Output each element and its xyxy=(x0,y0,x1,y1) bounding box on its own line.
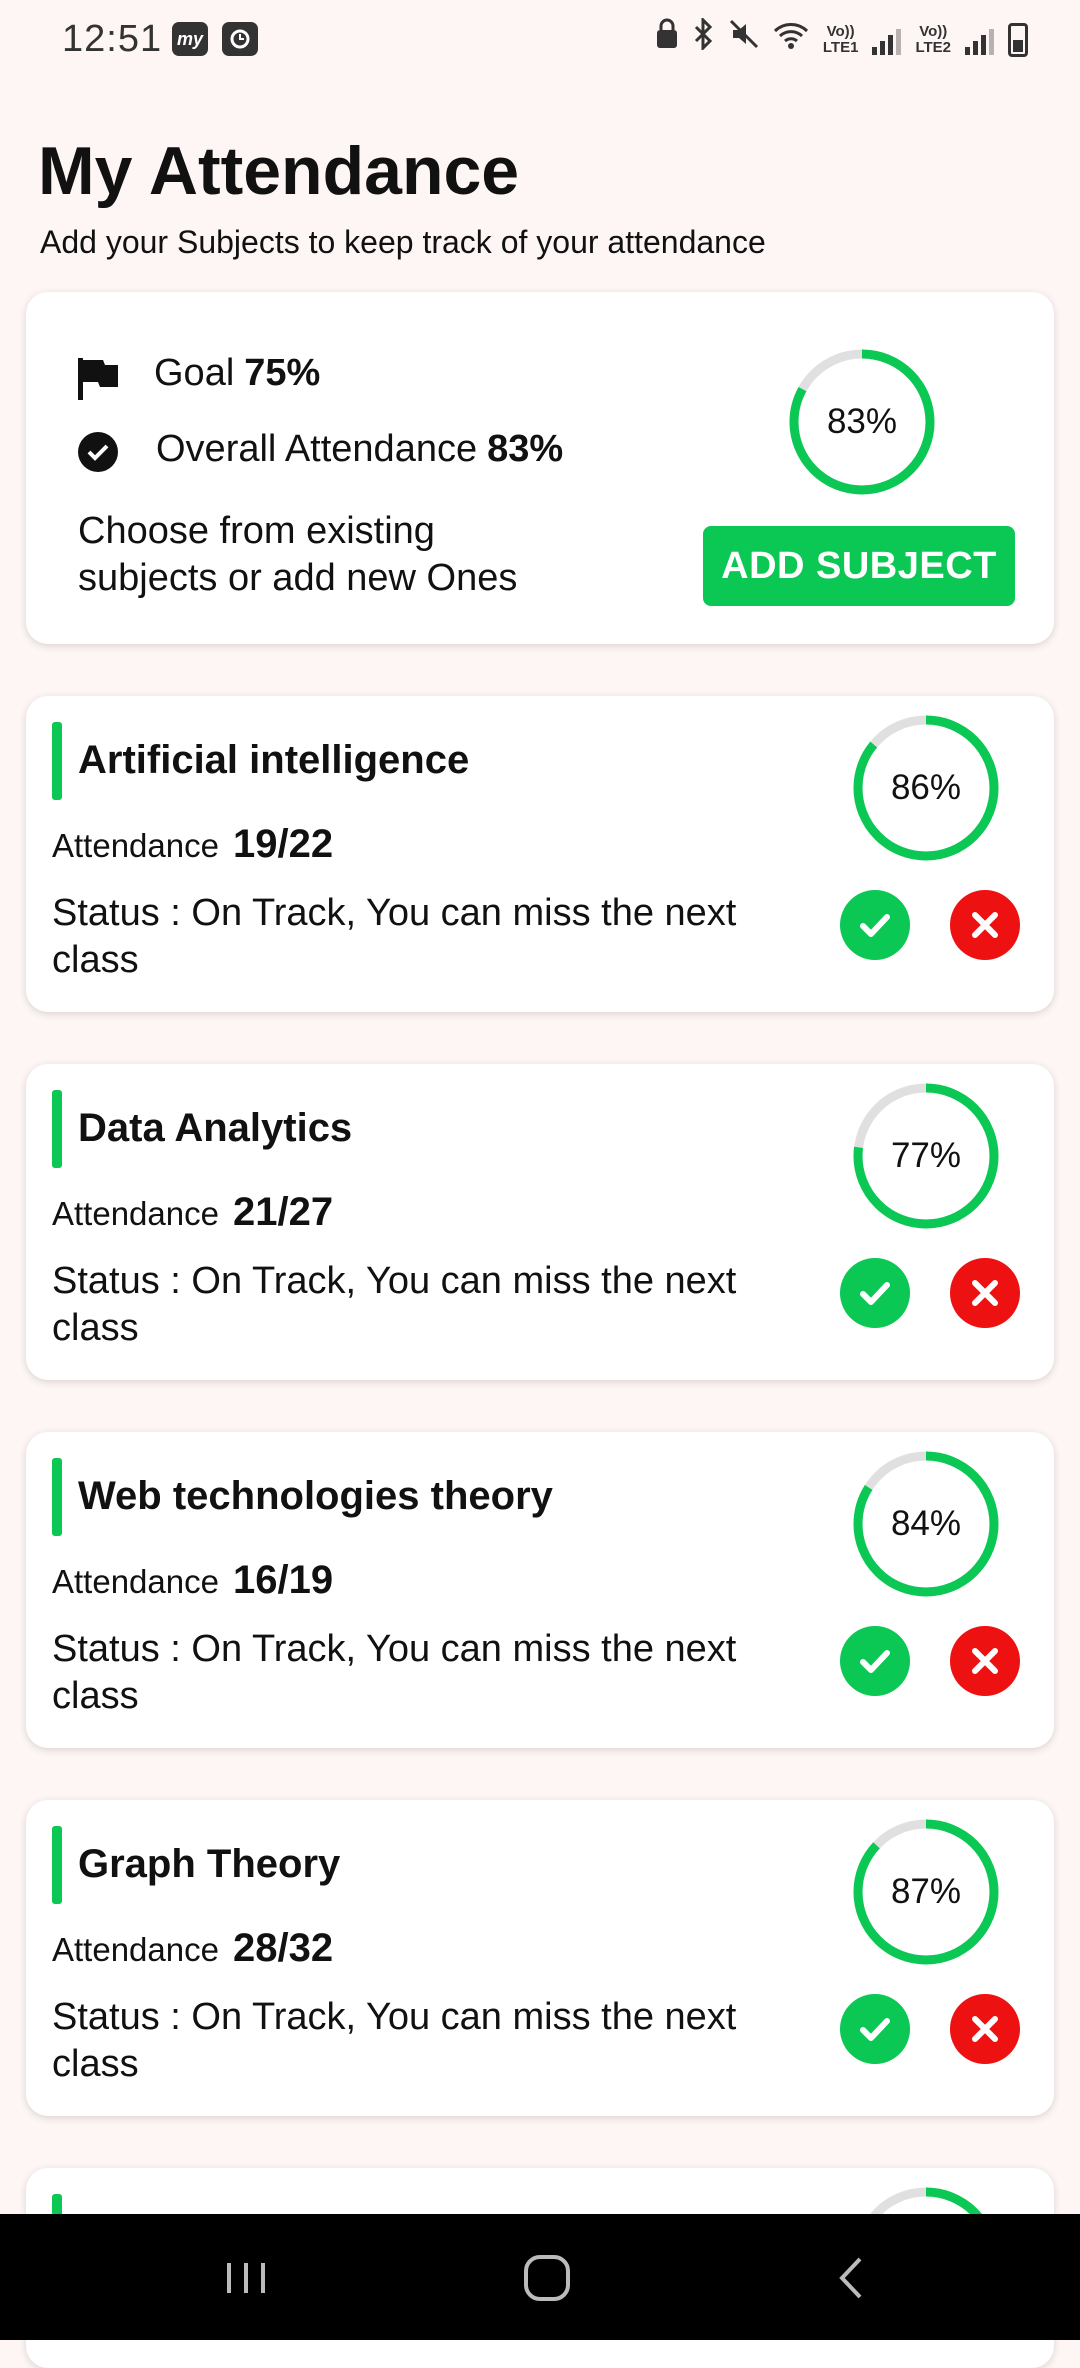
subject-accent-bar xyxy=(52,1090,62,1168)
close-icon xyxy=(972,2016,998,2042)
goal-value: 75% xyxy=(244,352,321,394)
attendance-label: Attendance xyxy=(52,1563,219,1600)
subject-percent-text: 84% xyxy=(890,1504,962,1543)
bluetooth-icon xyxy=(693,16,715,61)
subject-name: Data Analytics xyxy=(78,1106,353,1150)
status-bar: 12:51 my Vo)) LTE1 Vo)) LTE2 xyxy=(0,0,1080,80)
mark-present-button[interactable] xyxy=(840,890,910,960)
wifi-icon xyxy=(773,20,809,60)
close-icon xyxy=(972,912,998,938)
page-subtitle: Add your Subjects to keep track of your … xyxy=(40,224,766,260)
mark-absent-button[interactable] xyxy=(950,1994,1020,2064)
close-icon xyxy=(972,1280,998,1306)
subject-percent-text: 86% xyxy=(890,768,962,807)
subject-progress-ring: 86% xyxy=(852,714,1000,862)
attendance-value: 19/22 xyxy=(232,822,334,866)
attendance-label: Attendance xyxy=(52,1195,219,1232)
battery-icon xyxy=(1008,22,1028,57)
subject-status: Status : On Track, You can miss the next… xyxy=(52,1996,737,2085)
lte2-text: LTE2 xyxy=(915,38,951,56)
check-icon xyxy=(860,2018,890,2041)
subject-card[interactable]: Artificial intelligence Attendance 19/22… xyxy=(26,696,1054,1012)
check-icon xyxy=(860,1282,890,1305)
overall-percent-text: 83% xyxy=(826,402,898,441)
lte1-text: LTE1 xyxy=(822,38,859,56)
back-icon xyxy=(839,2257,862,2299)
subject-progress-ring: 84% xyxy=(852,1450,1000,1598)
signal-bars-1-icon xyxy=(872,25,902,55)
clock-app-icon xyxy=(222,22,258,56)
mark-absent-button[interactable] xyxy=(950,1626,1020,1696)
goal-row: Goal 75% xyxy=(154,352,320,395)
subject-percent-text: 77% xyxy=(890,1136,962,1175)
subject-progress-ring: 87% xyxy=(852,1818,1000,1966)
attendance-row: Attendance 28/32 xyxy=(52,1926,333,1971)
signal-lte1-label: Vo)) LTE1 xyxy=(822,22,859,56)
subject-name: Web technologies theory xyxy=(78,1474,553,1518)
subject-status: Status : On Track, You can miss the next… xyxy=(52,1260,737,1349)
attendance-row: Attendance 16/19 xyxy=(52,1558,333,1603)
attendance-label: Attendance xyxy=(52,827,219,864)
subject-status: Status : On Track, You can miss the next… xyxy=(52,892,737,981)
subject-name: Artificial intelligence xyxy=(78,738,470,782)
mark-present-button[interactable] xyxy=(840,1258,910,1328)
subject-card[interactable]: Web technologies theory Attendance 16/19… xyxy=(26,1432,1054,1748)
overall-label: Overall Attendance xyxy=(156,428,478,470)
home-icon xyxy=(524,2255,570,2301)
attendance-value: 16/19 xyxy=(232,1558,334,1602)
summary-card: Goal 75% Overall Attendance 83% Choose f… xyxy=(26,292,1054,644)
mark-present-button[interactable] xyxy=(840,1626,910,1696)
mute-icon xyxy=(729,19,759,60)
attendance-label: Attendance xyxy=(52,1931,219,1968)
attendance-row: Attendance 19/22 xyxy=(52,822,333,867)
subject-status: Status : On Track, You can miss the next… xyxy=(52,1628,737,1717)
mark-absent-button[interactable] xyxy=(950,1258,1020,1328)
page-title: My Attendance xyxy=(38,133,520,209)
attendance-row: Attendance 21/27 xyxy=(52,1190,333,1235)
lock-icon xyxy=(655,18,679,61)
attendance-value: 21/27 xyxy=(232,1190,334,1234)
subject-accent-bar xyxy=(52,722,62,800)
add-subject-button[interactable]: ADD SUBJECT xyxy=(703,526,1015,606)
overall-progress-ring: 83% xyxy=(788,348,936,496)
flag-icon xyxy=(78,358,118,400)
subject-accent-bar xyxy=(52,1826,62,1904)
signal-lte2-label: Vo)) LTE2 xyxy=(915,22,951,56)
navigation-bar xyxy=(0,2214,1080,2340)
recent-apps-icon xyxy=(227,2263,265,2293)
check-icon xyxy=(860,914,890,937)
overall-value: 83% xyxy=(487,428,564,470)
check-icon xyxy=(860,1650,890,1673)
attendance-value: 28/32 xyxy=(232,1926,334,1970)
recent-apps-button[interactable] xyxy=(195,2244,285,2310)
close-icon xyxy=(972,1648,998,1674)
back-button[interactable] xyxy=(800,2244,890,2310)
overall-row: Overall Attendance 83% xyxy=(156,428,563,471)
signal-bars-2-icon xyxy=(965,25,994,55)
goal-label: Goal xyxy=(154,352,235,394)
subject-percent-text: 87% xyxy=(890,1872,962,1911)
subject-name: Graph Theory xyxy=(78,1842,341,1886)
lte2-volte-text: Vo)) xyxy=(919,22,948,40)
choose-subjects-text: Choose from existing subjects or add new… xyxy=(78,510,518,599)
subject-accent-bar xyxy=(52,1458,62,1536)
check-circle-icon xyxy=(78,432,118,472)
home-button[interactable] xyxy=(496,2244,586,2310)
mark-present-button[interactable] xyxy=(840,1994,910,2064)
status-time: 12:51 xyxy=(62,18,163,60)
my-app-icon: my xyxy=(172,22,208,56)
subject-card[interactable]: Data Analytics Attendance 21/27 Status :… xyxy=(26,1064,1054,1380)
mark-absent-button[interactable] xyxy=(950,890,1020,960)
subject-card[interactable]: Graph Theory Attendance 28/32 Status : O… xyxy=(26,1800,1054,2116)
lte1-volte-text: Vo)) xyxy=(826,22,855,40)
subject-progress-ring: 77% xyxy=(852,1082,1000,1230)
